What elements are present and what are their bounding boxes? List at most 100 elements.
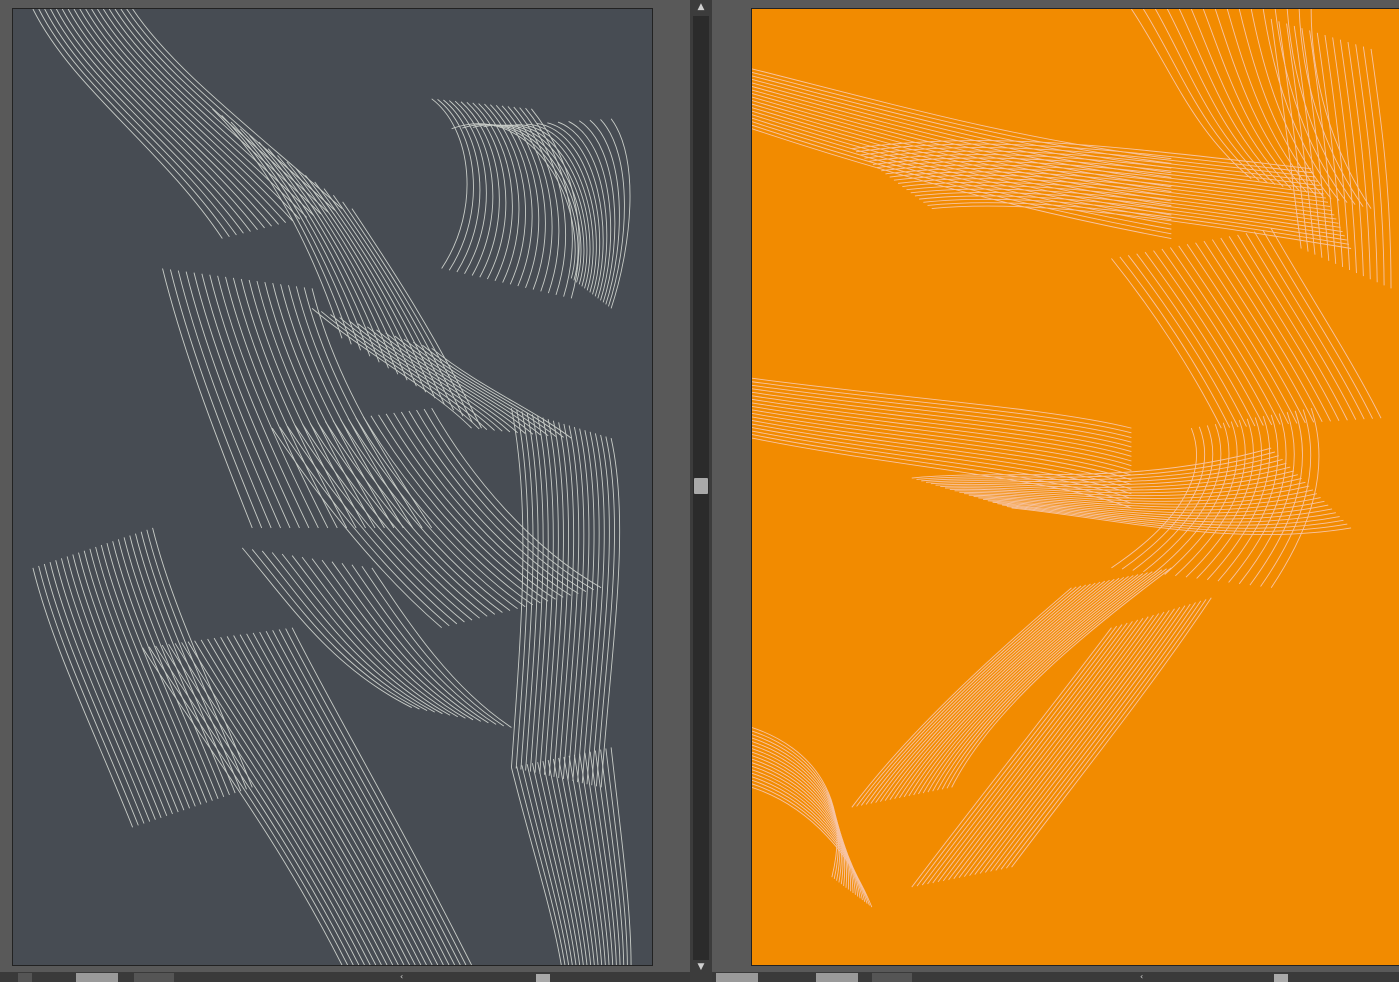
contour-line bbox=[951, 567, 1172, 788]
arrow-down-icon[interactable]: ▼ bbox=[690, 960, 712, 974]
contour-line bbox=[371, 567, 512, 728]
contour-line bbox=[581, 431, 600, 784]
contour-line bbox=[342, 201, 473, 423]
contour-line bbox=[437, 99, 474, 271]
contour-line bbox=[942, 617, 1144, 882]
contour-bundle bbox=[752, 727, 873, 908]
contour-line bbox=[271, 427, 442, 629]
contour-bundle bbox=[142, 627, 472, 965]
contour-line bbox=[142, 647, 343, 965]
contour-line bbox=[908, 576, 1129, 797]
contour-line bbox=[605, 748, 628, 965]
contour-line bbox=[200, 639, 394, 965]
contour-line bbox=[321, 559, 474, 721]
contour-bundle bbox=[1111, 228, 1382, 429]
document-window-left[interactable]: ‹ bbox=[0, 0, 690, 982]
contour-line bbox=[1190, 9, 1292, 189]
contour-line bbox=[1370, 48, 1392, 289]
contour-line bbox=[974, 608, 1175, 875]
chevron-left-icon[interactable]: ‹ bbox=[1140, 972, 1143, 982]
contour-line bbox=[348, 320, 503, 432]
contour-line bbox=[1228, 236, 1340, 421]
contour-line bbox=[537, 762, 581, 965]
contour-line bbox=[246, 633, 433, 965]
contour-line bbox=[264, 282, 376, 529]
illustration-right bbox=[752, 9, 1392, 908]
vertical-scrollbar[interactable]: ▲ ▼ bbox=[690, 0, 712, 982]
zoom-field-right[interactable] bbox=[716, 973, 758, 982]
contour-line bbox=[547, 759, 588, 965]
contour-line bbox=[278, 629, 461, 965]
contour-line bbox=[332, 195, 464, 417]
contour-line bbox=[185, 271, 281, 529]
artboard-left[interactable] bbox=[12, 8, 653, 966]
artboard-nav-left[interactable] bbox=[134, 973, 174, 982]
contour-line bbox=[366, 326, 518, 434]
contour-line bbox=[285, 628, 467, 965]
contour-line bbox=[249, 135, 380, 363]
contour-bundle bbox=[511, 747, 632, 965]
contour-line bbox=[752, 772, 863, 901]
status-bar-right: ‹ bbox=[712, 972, 1399, 982]
contour-line bbox=[752, 779, 868, 904]
contour-line bbox=[600, 438, 621, 788]
contour-line bbox=[1144, 251, 1256, 427]
contour-line bbox=[123, 537, 225, 798]
contour-line bbox=[194, 640, 388, 965]
contour-bundle bbox=[32, 527, 253, 828]
contour-line bbox=[311, 288, 433, 529]
contour-line bbox=[357, 323, 511, 433]
contour-line bbox=[510, 408, 524, 768]
artboard-nav-right[interactable] bbox=[872, 973, 912, 982]
contour-line bbox=[385, 332, 534, 435]
contour-bundle bbox=[851, 567, 1172, 808]
contour-line bbox=[339, 317, 495, 431]
contour-line bbox=[248, 279, 357, 529]
contour-line bbox=[240, 278, 348, 529]
contour-bundle bbox=[752, 377, 1132, 509]
arrow-up-icon[interactable]: ▲ bbox=[690, 0, 712, 14]
contour-bundle bbox=[851, 140, 1352, 249]
contour-line bbox=[1355, 44, 1378, 283]
contour-bundle bbox=[241, 547, 512, 728]
contour-line bbox=[948, 616, 1149, 881]
contour-bundle bbox=[32, 9, 343, 239]
contour-line bbox=[314, 181, 445, 405]
contour-bundle bbox=[510, 408, 621, 788]
scroll-thumb[interactable] bbox=[694, 478, 708, 494]
contour-line bbox=[932, 621, 1133, 884]
contour-line bbox=[351, 564, 497, 725]
contour-line bbox=[55, 9, 251, 232]
contour-line bbox=[129, 535, 230, 796]
contour-line bbox=[1143, 9, 1260, 181]
illustration-left bbox=[32, 9, 632, 965]
contour-bundle bbox=[911, 447, 1352, 536]
contour-line bbox=[610, 118, 631, 309]
contour-line bbox=[61, 9, 258, 230]
hscroll-thumb-left[interactable] bbox=[536, 974, 550, 982]
contour-line bbox=[280, 284, 395, 529]
contour-line bbox=[361, 566, 505, 727]
contour-bundle bbox=[1270, 18, 1392, 289]
document-window-right[interactable]: ‹ bbox=[712, 0, 1399, 982]
contour-line bbox=[50, 9, 244, 234]
contour-line bbox=[152, 527, 253, 788]
zoom-menu-left[interactable] bbox=[18, 973, 32, 982]
contour-line bbox=[213, 637, 405, 965]
zoom-value-right[interactable] bbox=[816, 973, 858, 982]
contour-bundle bbox=[311, 308, 572, 439]
chevron-left-icon[interactable]: ‹ bbox=[400, 972, 403, 982]
contour-line bbox=[207, 638, 399, 965]
hscroll-thumb-right[interactable] bbox=[1274, 974, 1288, 982]
zoom-field-left[interactable] bbox=[76, 973, 118, 982]
contour-line bbox=[1347, 41, 1371, 280]
contour-line bbox=[341, 562, 489, 724]
contour-line bbox=[212, 108, 343, 339]
contour-line bbox=[209, 274, 310, 529]
contour-line bbox=[146, 529, 247, 790]
contour-bundle bbox=[162, 268, 433, 529]
artboard-right[interactable] bbox=[751, 8, 1399, 966]
contour-line bbox=[937, 619, 1139, 883]
contour-line bbox=[752, 783, 870, 906]
contour-bundle bbox=[911, 597, 1212, 888]
